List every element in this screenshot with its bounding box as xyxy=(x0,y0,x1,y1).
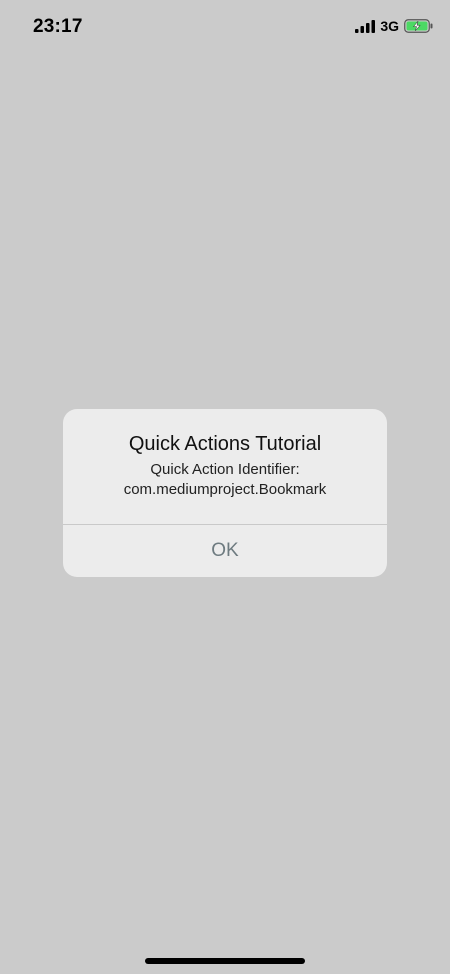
battery-charging-icon xyxy=(404,19,433,33)
ok-button[interactable]: OK xyxy=(63,525,387,577)
cellular-signal-icon xyxy=(355,19,376,33)
alert-message-line-2: com.mediumproject.Bookmark xyxy=(123,481,327,498)
alert-title: Quick Actions Tutorial xyxy=(128,433,322,455)
status-time: 23:17 xyxy=(33,16,83,37)
status-indicators: 3G xyxy=(355,18,434,34)
status-bar: 23:17 3G xyxy=(0,0,450,54)
home-indicator[interactable] xyxy=(145,958,305,964)
alert-message-line-1: Quick Action Identifier: xyxy=(150,461,300,478)
network-type: 3G xyxy=(380,18,399,34)
alert-dialog: Quick Actions Tutorial Quick Action Iden… xyxy=(63,409,387,577)
alert-body: Quick Actions Tutorial Quick Action Iden… xyxy=(63,409,387,524)
